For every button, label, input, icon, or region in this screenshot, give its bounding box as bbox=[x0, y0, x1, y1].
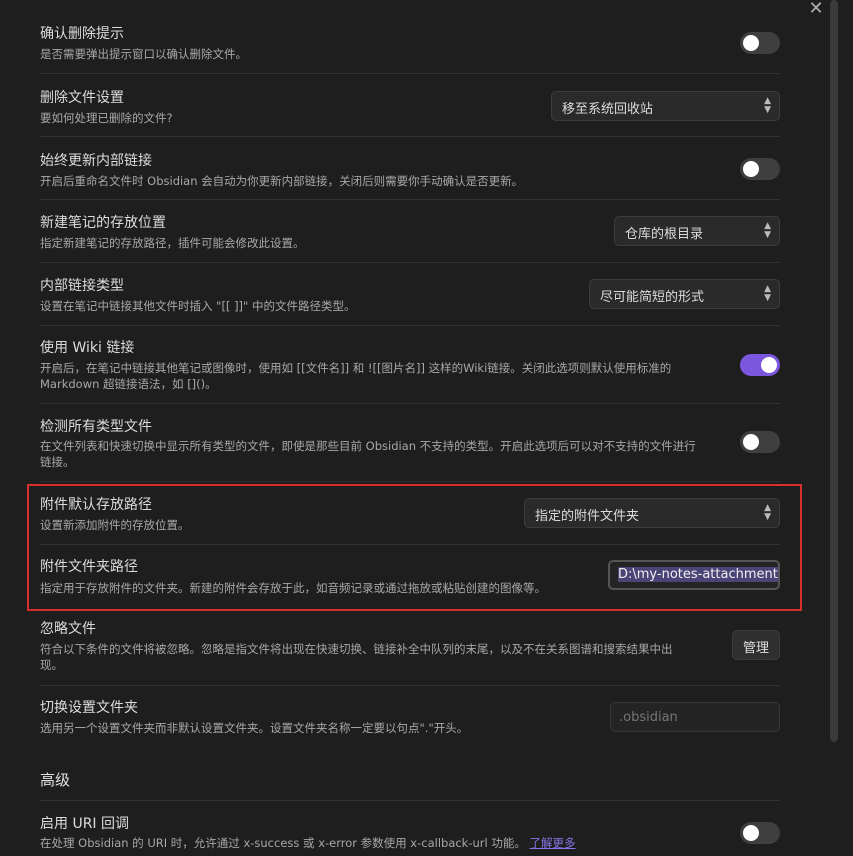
setting-name: 切换设置文件夹 bbox=[40, 700, 138, 716]
setting-description: 选用另一个设置文件夹而非默认设置文件夹。设置文件夹名称一定要以句点"."开头。 bbox=[40, 721, 469, 735]
uri-callbacks-toggle[interactable] bbox=[740, 822, 780, 844]
learn-more-link[interactable]: 了解更多 bbox=[530, 836, 576, 850]
setting-description: 符合以下条件的文件将被忽略。忽略是指文件将出现在快速切换、链接补全中队列的末尾，… bbox=[40, 642, 673, 672]
setting-description: 是否需要弹出提示窗口以确认删除文件。 bbox=[40, 47, 247, 61]
setting-name: 确认删除提示 bbox=[40, 26, 124, 42]
setting-auto-update-links: 始终更新内部链接 开启后重命名文件时 Obsidian 会自动为你更新内部链接，… bbox=[40, 136, 780, 199]
setting-detect-all-files: 检测所有类型文件 在文件列表和快速切换中显示所有类型的文件，即使是那些目前 Ob… bbox=[40, 403, 780, 481]
setting-name: 删除文件设置 bbox=[40, 90, 124, 106]
setting-description: 设置在笔记中链接其他文件时插入 "[[ ]]" 中的文件路径类型。 bbox=[40, 299, 356, 313]
setting-description: 在文件列表和快速切换中显示所有类型的文件，即使是那些目前 Obsidian 不支… bbox=[40, 439, 696, 469]
close-icon[interactable]: ✕ bbox=[804, 0, 828, 20]
detect-all-files-toggle[interactable] bbox=[740, 431, 780, 453]
chevron-updown-icon: ▲ ▼ bbox=[764, 503, 771, 522]
link-format-dropdown[interactable]: 尽可能简短的形式 ▲ ▼ bbox=[589, 279, 780, 309]
attachment-folder-input[interactable]: D:\my-notes-attachment bbox=[608, 560, 780, 590]
setting-name: 忽略文件 bbox=[40, 621, 96, 637]
section-heading-advanced: 高级 bbox=[40, 771, 71, 789]
new-note-location-dropdown[interactable]: 仓库的根目录 ▲ ▼ bbox=[614, 216, 780, 246]
setting-name: 附件默认存放路径 bbox=[40, 497, 152, 513]
setting-name: 启用 URI 回调 bbox=[40, 816, 130, 832]
setting-config-dir: 切换设置文件夹 选用另一个设置文件夹而非默认设置文件夹。设置文件夹名称一定要以句… bbox=[40, 685, 780, 748]
wiki-links-toggle[interactable] bbox=[740, 354, 780, 376]
setting-name: 始终更新内部链接 bbox=[40, 153, 152, 169]
setting-name: 新建笔记的存放位置 bbox=[40, 215, 166, 231]
setting-description: 开启后，在笔记中链接其他笔记或图像时，使用如 [[文件名]] 和 ![[图片名]… bbox=[40, 361, 672, 391]
chevron-updown-icon: ▲ ▼ bbox=[764, 221, 771, 240]
setting-new-note-location: 新建笔记的存放位置 指定新建笔记的存放路径，插件可能会修改此设置。 仓库的根目录… bbox=[40, 199, 780, 262]
config-dir-input[interactable] bbox=[610, 702, 780, 732]
setting-name: 检测所有类型文件 bbox=[40, 419, 152, 435]
setting-name: 附件文件夹路径 bbox=[40, 559, 138, 575]
setting-uri-callbacks: 启用 URI 回调 在处理 Obsidian 的 URI 时，允许通过 x-su… bbox=[40, 800, 780, 856]
confirm-delete-toggle[interactable] bbox=[740, 32, 780, 54]
setting-name: 内部链接类型 bbox=[40, 278, 124, 294]
chevron-updown-icon: ▲ ▼ bbox=[764, 284, 771, 303]
auto-update-links-toggle[interactable] bbox=[740, 158, 780, 180]
setting-confirm-delete: 确认删除提示 是否需要弹出提示窗口以确认删除文件。 bbox=[40, 18, 780, 70]
attachment-location-dropdown[interactable]: 指定的附件文件夹 ▲ ▼ bbox=[524, 498, 780, 528]
chevron-updown-icon: ▲ ▼ bbox=[764, 96, 771, 115]
setting-description: 开启后重命名文件时 Obsidian 会自动为你更新内部链接，关闭后则需要你手动… bbox=[40, 174, 524, 188]
setting-attachment-folder: 附件文件夹路径 指定用于存放附件的文件夹。新建的附件会存放于此，如音频记录或通过… bbox=[40, 544, 780, 607]
setting-excluded-files: 忽略文件 符合以下条件的文件将被忽略。忽略是指文件将出现在快速切换、链接补全中队… bbox=[40, 609, 780, 684]
scrollbar[interactable] bbox=[830, 0, 838, 742]
setting-description: 要如何处理已删除的文件? bbox=[40, 111, 173, 125]
setting-description: 设置新添加附件的存放位置。 bbox=[40, 518, 190, 532]
manage-button[interactable]: 管理 bbox=[731, 630, 780, 660]
setting-delete-files: 删除文件设置 要如何处理已删除的文件? 移至系统回收站 ▲ ▼ bbox=[40, 73, 780, 136]
delete-files-dropdown[interactable]: 移至系统回收站 ▲ ▼ bbox=[551, 91, 780, 121]
setting-link-format: 内部链接类型 设置在笔记中链接其他文件时插入 "[[ ]]" 中的文件路径类型。… bbox=[40, 262, 780, 325]
setting-attachment-location: 附件默认存放路径 设置新添加附件的存放位置。 指定的附件文件夹 ▲ ▼ bbox=[40, 481, 780, 544]
setting-description: 指定新建笔记的存放路径，插件可能会修改此设置。 bbox=[40, 236, 305, 250]
setting-description: 指定用于存放附件的文件夹。新建的附件会存放于此，如音频记录或通过拖放或粘贴创建的… bbox=[40, 581, 546, 595]
setting-wiki-links: 使用 Wiki 链接 开启后，在笔记中链接其他笔记或图像时，使用如 [[文件名]… bbox=[40, 325, 780, 403]
setting-description: 在处理 Obsidian 的 URI 时，允许通过 x-success 或 x-… bbox=[40, 836, 576, 850]
setting-name: 使用 Wiki 链接 bbox=[40, 340, 135, 356]
